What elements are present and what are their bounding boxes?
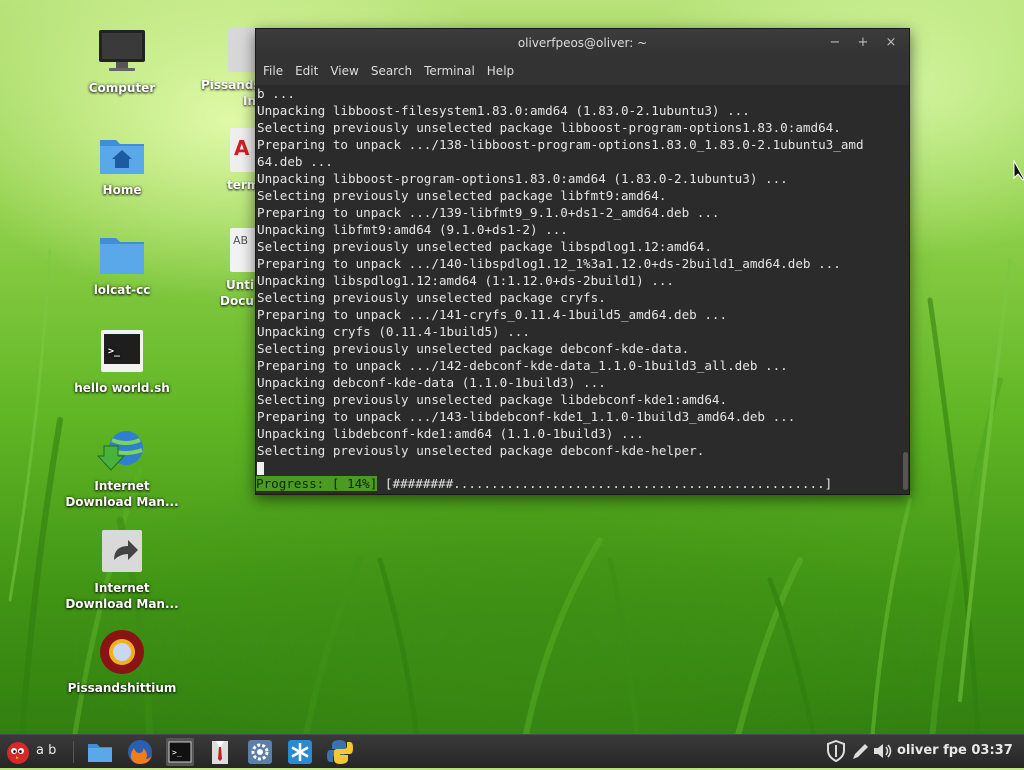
desktop-icon-term-partial[interactable]: A (230, 128, 258, 172)
terminal-line: Selecting previously unselected package … (257, 392, 728, 407)
minimize-button[interactable]: − (826, 34, 844, 52)
shortcut-icon (96, 528, 148, 576)
terminal-line: Selecting previously unselected package … (257, 188, 667, 203)
terminal-line: Preparing to unpack .../141-cryfs_0.11.4… (257, 307, 728, 322)
menu-help[interactable]: Help (482, 64, 519, 78)
monitor-icon (96, 28, 148, 76)
terminal-line: b ... (257, 86, 295, 101)
desktop-icon-idm-2[interactable]: Internet Download Man... (62, 528, 182, 612)
progress-bar: [########...............................… (377, 476, 833, 491)
desktop-icon-label: Docu (220, 294, 254, 308)
app-menu-label[interactable]: a b (36, 743, 56, 758)
firefox-icon (128, 740, 152, 764)
settings-icon (248, 740, 272, 764)
app-menu-button[interactable] (4, 738, 32, 766)
desktop-icon-label: Pissands (201, 78, 261, 92)
launcher-python[interactable] (326, 738, 354, 766)
download-globe-icon (96, 426, 148, 474)
desktop-icon-label: lolcat-cc (93, 283, 151, 297)
scrollbar-thumb[interactable] (903, 452, 908, 490)
close-button[interactable]: × (882, 34, 900, 52)
desktop-icon-hello-world[interactable]: >_ hello world.sh (62, 328, 182, 396)
taskbar: a b >_ oliver fpe 03:37 (0, 734, 1024, 768)
text-cursor (257, 462, 264, 475)
terminal-line: Unpacking libboost-filesystem1.83.0:amd6… (257, 103, 750, 118)
terminal-line: Preparing to unpack .../143-libdebconf-k… (257, 409, 796, 424)
desktop-icon-label: Home (102, 183, 142, 197)
launcher-files[interactable] (86, 738, 114, 766)
terminal-line: Preparing to unpack .../140-libspdlog1.1… (257, 256, 841, 271)
menu-file[interactable]: File (258, 64, 288, 78)
terminal-line: Unpacking libfmt9:amd64 (9.1.0+ds1-2) ..… (257, 222, 568, 237)
terminal-window[interactable]: oliverfpeos@oliver: ~ − + × File Edit Vi… (255, 28, 910, 495)
home-folder-icon (96, 130, 148, 178)
terminal-line: Selecting previously unselected package … (257, 120, 841, 135)
desktop-icon-pissands-partial[interactable] (228, 28, 258, 72)
terminal-line: Selecting previously unselected package … (257, 341, 690, 356)
desktop-icon-label: Computer (88, 81, 156, 95)
terminal-line: Unpacking libspdlog1.12:amd64 (1:1.12.0+… (257, 273, 675, 288)
desktop-icon-label: Internet Download Man... (65, 479, 179, 509)
mouse-cursor-icon (1013, 160, 1024, 181)
terminal-line: Selecting previously unselected package … (257, 443, 705, 458)
chromium-icon (96, 628, 148, 676)
menu-edit[interactable]: Edit (290, 64, 323, 78)
script-icon: >_ (96, 328, 148, 376)
launcher-terminal[interactable]: >_ (166, 738, 194, 766)
window-title: oliverfpeos@oliver: ~ (517, 36, 648, 50)
taskbar-separator (73, 741, 74, 763)
desktop-icon-label: Internet Download Man... (65, 581, 179, 611)
terminal-line: Unpacking debconf-kde-data (1.1.0-1build… (257, 375, 606, 390)
terminal-line: Selecting previously unselected package … (257, 290, 606, 305)
desktop-icon-computer[interactable]: Computer (62, 28, 182, 96)
launcher-settings[interactable] (246, 738, 274, 766)
terminal-titlebar[interactable]: oliverfpeos@oliver: ~ − + × (256, 29, 909, 57)
launcher-firefox[interactable] (126, 738, 154, 766)
user-clock[interactable]: oliver fpe 03:37 (897, 743, 1013, 758)
snowflake-icon (288, 740, 312, 764)
launcher-suit[interactable] (206, 738, 234, 766)
pen-icon (853, 744, 868, 759)
menu-view[interactable]: View (325, 64, 363, 78)
terminal-line: Selecting previously unselected package … (257, 239, 712, 254)
terminal-line: Preparing to unpack .../138-libboost-pro… (257, 137, 864, 152)
desktop-icon-pissandshittium[interactable]: Pissandshittium (62, 628, 182, 696)
terminal-menubar: File Edit View Search Terminal Help (256, 57, 909, 85)
terminal-scrollbar[interactable] (901, 85, 909, 494)
red-glyph-icon: A (234, 136, 250, 160)
desktop-icon-label: hello world.sh (74, 381, 170, 395)
menu-terminal[interactable]: Terminal (419, 64, 480, 78)
progress-label: Progress: [ 14%] (256, 476, 378, 491)
terminal-line: Preparing to unpack .../139-libfmt9_9.1.… (257, 205, 720, 220)
desktop-icon-untitled-partial[interactable]: AB (230, 228, 258, 272)
terminal-line: Unpacking libdebconf-kde1:amd64 (1.1.0-1… (257, 426, 644, 441)
tray-volume[interactable] (872, 740, 900, 768)
terminal-icon: >_ (168, 741, 192, 763)
menu-search[interactable]: Search (366, 64, 417, 78)
desktop-icon-label: Pissandshittium (67, 681, 177, 695)
shield-icon (827, 739, 845, 763)
apt-progress: Progress: [ 14%] [########..............… (256, 475, 832, 492)
terminal-cursor-line (256, 459, 899, 476)
maximize-button[interactable]: + (854, 34, 872, 52)
angry-bird-icon (7, 742, 29, 764)
terminal-line: 64.deb ... (257, 154, 333, 169)
folder-icon (88, 744, 112, 762)
desktop-icon-idm-1[interactable]: Internet Download Man... (62, 426, 182, 510)
python-icon (327, 740, 353, 764)
desktop-icon-lolcat[interactable]: lolcat-cc (62, 230, 182, 298)
launcher-snowflake[interactable] (286, 738, 314, 766)
folder-icon (96, 230, 148, 278)
suit-icon (212, 741, 228, 764)
svg-text:>_: >_ (108, 346, 121, 357)
terminal-line: Unpacking libboost-program-options1.83.0… (257, 171, 788, 186)
terminal-output[interactable]: b ... Unpacking libboost-filesystem1.83.… (256, 85, 899, 494)
terminal-line: Unpacking cryfs (0.11.4-1build5) ... (257, 324, 530, 339)
volume-icon (874, 744, 892, 758)
document-icon: AB (233, 234, 249, 247)
desktop-icon-home[interactable]: Home (62, 130, 182, 198)
svg-text:>_: >_ (172, 748, 182, 757)
terminal-line: Preparing to unpack .../142-debconf-kde-… (257, 358, 788, 373)
desktop-icon-label: Unti (226, 278, 255, 292)
